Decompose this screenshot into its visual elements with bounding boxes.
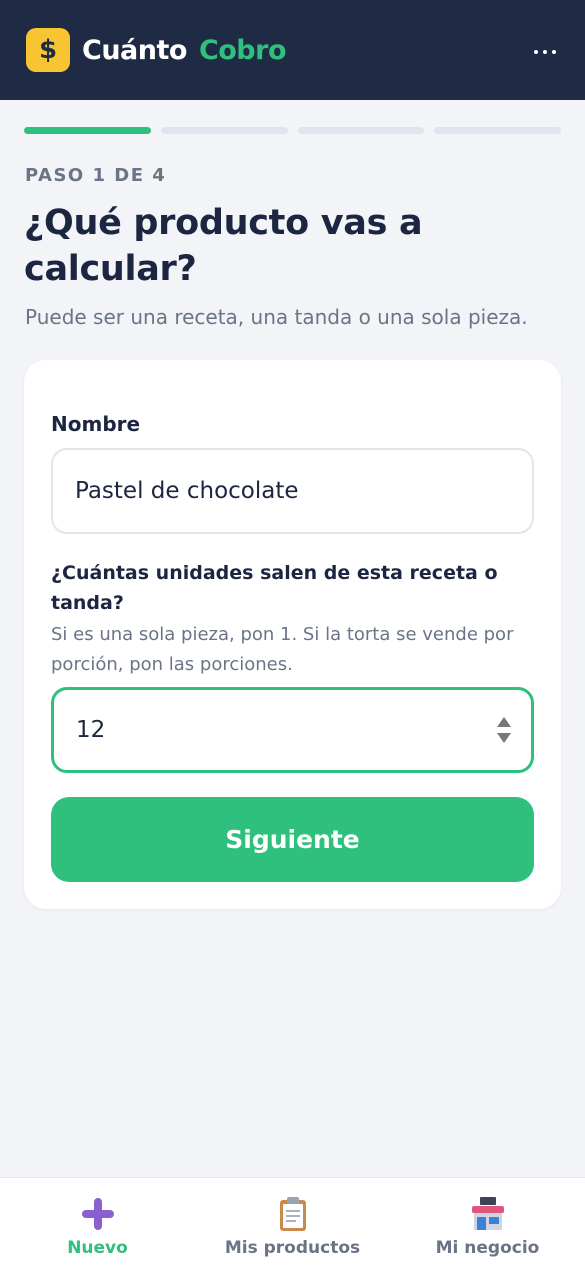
page-subtitle: Puede ser una receta, una tanda o una so… xyxy=(25,305,528,329)
app-header: $ Cuánto Cobro xyxy=(0,0,585,100)
plus-icon xyxy=(80,1196,116,1232)
step-progress-bar xyxy=(24,127,561,135)
more-dot xyxy=(534,50,538,54)
progress-segment-3 xyxy=(297,127,425,134)
units-label: ¿Cuántas unidades salen de esta receta o… xyxy=(51,562,498,614)
spinner-up-icon[interactable] xyxy=(497,717,511,727)
dollar-logo-icon: $ xyxy=(26,28,70,72)
more-dot xyxy=(543,50,547,54)
nav-label-nuevo: Nuevo xyxy=(67,1238,128,1258)
progress-segment-1 xyxy=(24,127,151,134)
units-help-text: Si es una sola pieza, pon 1. Si la torta… xyxy=(51,624,514,675)
page-title: ¿Qué producto vas a calcular? xyxy=(24,203,423,289)
clipboard-icon xyxy=(275,1196,311,1232)
product-form-card: Nombre ¿Cuántas unidades salen de esta r… xyxy=(24,360,561,909)
more-dot xyxy=(552,50,556,54)
name-label: Nombre xyxy=(51,412,141,436)
nav-item-nuevo[interactable]: Nuevo xyxy=(0,1178,195,1266)
number-spinner[interactable] xyxy=(497,717,511,743)
nav-item-mi-negocio[interactable]: Mi negocio xyxy=(390,1178,585,1266)
app-title: Cuánto Cobro xyxy=(82,34,287,66)
nav-item-mis-productos[interactable]: Mis productos xyxy=(195,1178,390,1266)
next-button[interactable]: Siguiente xyxy=(51,797,534,882)
store-icon xyxy=(470,1196,506,1232)
app-title-part2: Cobro xyxy=(198,34,287,66)
more-horizontal-icon[interactable] xyxy=(527,34,563,70)
progress-segment-2 xyxy=(160,127,288,134)
units-value: 12 xyxy=(76,717,106,743)
step-label: PASO 1 DE 4 xyxy=(25,165,167,186)
bottom-navigation: Nuevo Mis productos Mi negocio xyxy=(0,1177,585,1266)
app-title-part1: Cuánto xyxy=(82,34,187,66)
name-input[interactable] xyxy=(51,448,534,534)
progress-segment-4 xyxy=(434,127,561,134)
units-number-input[interactable]: 12 xyxy=(51,687,534,773)
nav-label-mi-negocio: Mi negocio xyxy=(435,1238,540,1258)
spinner-down-icon[interactable] xyxy=(497,733,511,743)
nav-label-mis-productos: Mis productos xyxy=(224,1238,361,1258)
